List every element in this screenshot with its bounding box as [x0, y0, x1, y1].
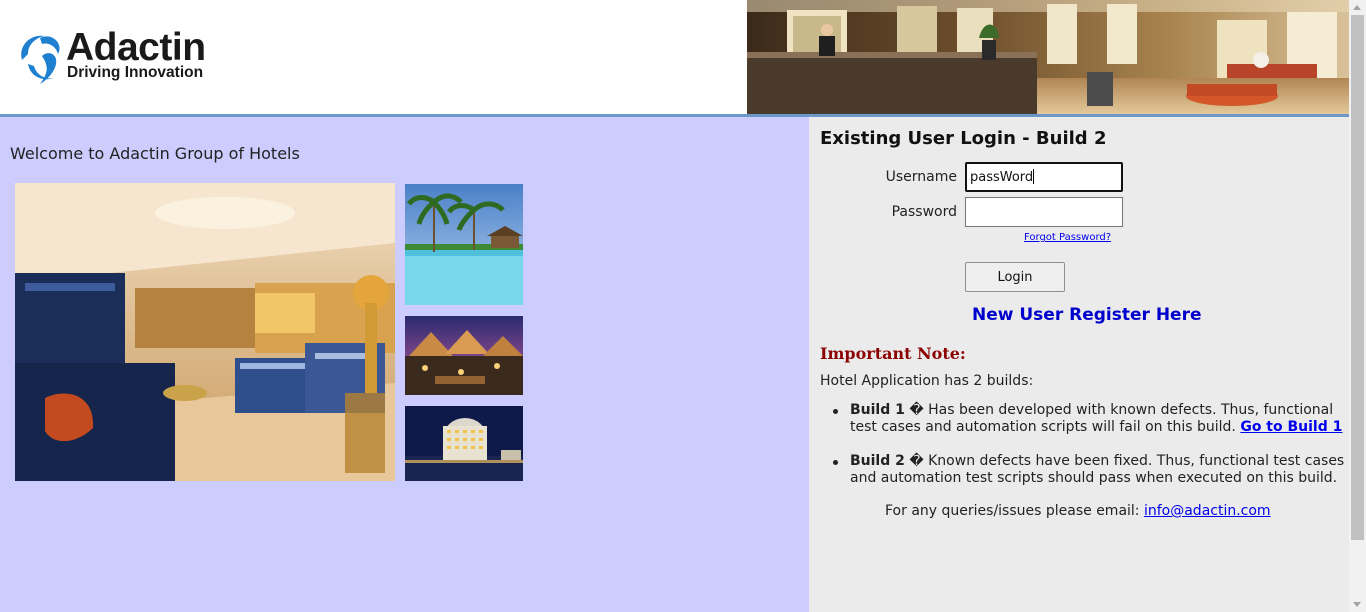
scrollbar-thumb[interactable]: [1351, 15, 1364, 540]
hotel-lobby-banner: [747, 0, 1349, 114]
password-label: Password: [891, 204, 957, 220]
login-title: Existing User Login - Build 2: [820, 128, 1107, 149]
build-1-name: Build 1: [850, 402, 905, 418]
page-scrollbar[interactable]: [1349, 0, 1366, 612]
luxury-suite-photo: [15, 183, 395, 481]
username-input[interactable]: passWord: [965, 162, 1123, 192]
adactin-logo[interactable]: Adactin Driving Innovation: [14, 28, 229, 86]
tent-resort-dusk-photo: [405, 316, 523, 395]
username-label: Username: [885, 169, 957, 185]
list-item-build-1: Build 1 � Has been developed with known …: [820, 402, 1345, 436]
build-2-desc: � Known defects have been fixed. Thus, f…: [850, 453, 1345, 486]
contact-line: For any queries/issues please email: inf…: [885, 503, 1271, 519]
contact-email-link[interactable]: info@adactin.com: [1144, 503, 1271, 519]
site-header: Adactin Driving Innovation: [0, 0, 1349, 114]
scroll-up-icon[interactable]: [1353, 5, 1361, 10]
contact-text: For any queries/issues please email:: [885, 503, 1144, 519]
username-value: passWord: [970, 170, 1034, 185]
brand-name: Adactin: [66, 26, 206, 69]
build-2-name: Build 2: [850, 453, 905, 469]
go-to-build-1-link[interactable]: Go to Build 1: [1240, 419, 1342, 435]
brand-tagline: Driving Innovation: [67, 64, 204, 81]
bullet-icon: [833, 460, 838, 465]
resort-pool-photo: [405, 184, 523, 305]
password-input[interactable]: [965, 197, 1123, 227]
text-caret: [1033, 169, 1035, 184]
list-item-build-2: Build 2 � Known defects have been fixed.…: [820, 453, 1345, 487]
forgot-password-link[interactable]: Forgot Password?: [1024, 232, 1111, 243]
register-link[interactable]: New User Register Here: [972, 305, 1202, 325]
login-panel: Existing User Login - Build 2 Username p…: [809, 117, 1349, 612]
welcome-heading: Welcome to Adactin Group of Hotels: [10, 144, 300, 163]
important-note-title: Important Note:: [820, 344, 966, 363]
welcome-panel: Welcome to Adactin Group of Hotels: [0, 117, 809, 612]
builds-intro: Hotel Application has 2 builds:: [820, 373, 1034, 389]
blue-swirl-logo-icon: [21, 35, 60, 84]
login-button[interactable]: Login: [965, 262, 1065, 292]
scroll-down-icon[interactable]: [1353, 602, 1361, 607]
bullet-icon: [833, 409, 838, 414]
hotel-night-photo: [405, 406, 523, 481]
builds-list: Build 1 � Has been developed with known …: [820, 402, 1345, 504]
